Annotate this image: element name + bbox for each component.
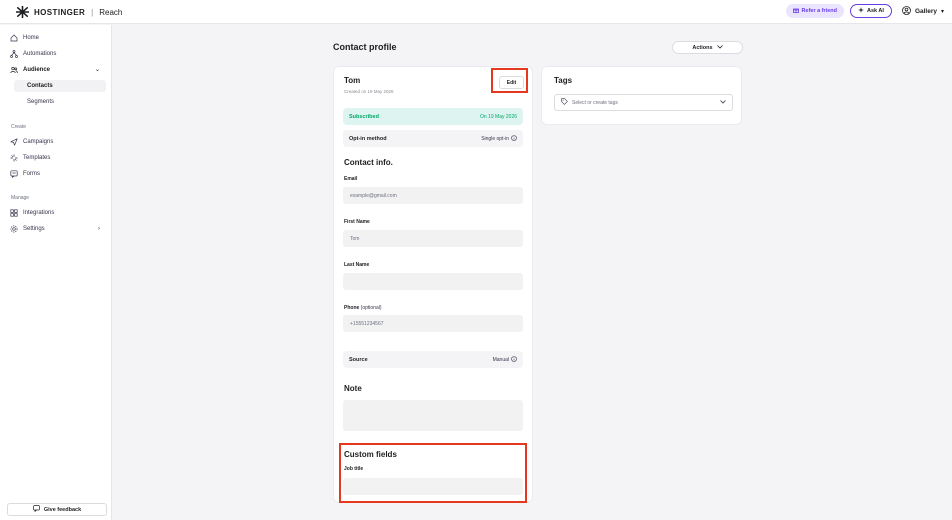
- ask-ai-label: Ask AI: [867, 8, 884, 14]
- phone-label: Phone: [344, 305, 360, 311]
- optin-method-value-group: Single opt-in: [481, 134, 517, 143]
- optin-method-label: Opt-in method: [349, 135, 387, 142]
- message-icon: [33, 505, 40, 514]
- phone-optional-label: (optional): [360, 305, 382, 311]
- page-title: Contact profile: [333, 42, 397, 52]
- phone-field[interactable]: +15551234567: [343, 315, 523, 332]
- sidebar-item-forms[interactable]: Forms: [10, 167, 106, 180]
- status-date: On 19 May 2026: [480, 113, 517, 120]
- actions-button[interactable]: Actions: [672, 41, 743, 54]
- ask-ai-button[interactable]: Ask AI: [850, 4, 892, 18]
- forms-icon: [10, 169, 18, 178]
- source-row: Source Manual: [343, 351, 523, 368]
- source-value-group: Manual: [492, 355, 517, 364]
- status-badge: Subscribed: [349, 113, 379, 120]
- refer-friend-button[interactable]: Refer a friend: [785, 4, 845, 18]
- give-feedback-label: Give feedback: [43, 506, 82, 513]
- sidebar-item-integrations[interactable]: Integrations: [10, 206, 106, 219]
- sidebar-item-label: Automations: [23, 50, 57, 57]
- templates-icon: [10, 154, 18, 162]
- account-label: Gallery: [914, 7, 937, 15]
- info-icon[interactable]: [511, 134, 517, 143]
- sidebar-item-settings[interactable]: Settings ›: [10, 222, 106, 235]
- users-icon: [10, 66, 18, 74]
- user-circle-icon: [902, 5, 911, 17]
- gear-icon: [10, 225, 18, 233]
- phone-label-group: Phone (optional): [344, 305, 382, 311]
- contact-info-title: Contact info.: [344, 158, 393, 167]
- tags-placeholder: Select or create tags: [572, 99, 618, 106]
- section-label-manage: Manage: [11, 195, 30, 201]
- send-icon: [10, 137, 18, 146]
- sidebar-item-home[interactable]: Home: [10, 31, 106, 44]
- brand-product: Reach: [99, 7, 123, 17]
- optin-method-row: Opt-in method Single opt-in: [343, 130, 523, 147]
- sidebar-item-label: Templates: [23, 154, 51, 161]
- section-label-create: Create: [11, 124, 27, 130]
- tags-title: Tags: [554, 76, 573, 85]
- chevron-right-icon: ›: [98, 225, 100, 232]
- email-label: Email: [344, 176, 358, 182]
- chevron-down-icon: [720, 99, 726, 106]
- subscription-status-row: Subscribed On 19 May 2026: [343, 108, 523, 125]
- contact-name: Tom: [344, 76, 361, 85]
- tags-card: Tags Select or create tags: [541, 66, 742, 125]
- integrations-icon: [10, 208, 18, 217]
- custom-fields-highlight-box: [339, 443, 527, 503]
- sidebar-item-campaigns[interactable]: Campaigns: [10, 135, 106, 148]
- automation-icon: [10, 49, 18, 58]
- home-icon: [10, 34, 18, 42]
- contact-created-date: Created on 19 May 2026: [344, 89, 394, 94]
- hostinger-logo-icon: [16, 6, 29, 18]
- source-label: Source: [349, 356, 368, 363]
- sidebar-item-label: Home: [23, 34, 40, 41]
- source-value: Manual: [492, 356, 509, 363]
- note-title: Note: [344, 384, 362, 393]
- sidebar-item-segments[interactable]: Segments: [14, 96, 106, 108]
- sidebar-item-label: Audience: [23, 66, 51, 73]
- chevron-down-icon: ▾: [940, 8, 944, 15]
- brand-logo[interactable]: HOSTINGER | Reach: [16, 6, 122, 18]
- chevron-down-icon: [716, 44, 723, 51]
- tags-select[interactable]: Select or create tags: [554, 94, 733, 111]
- last-name-field[interactable]: [343, 273, 523, 290]
- contact-profile-card: Tom Created on 19 May 2026 Edit Subscrib…: [333, 66, 533, 503]
- optin-method-value: Single opt-in: [481, 135, 509, 142]
- sidebar-item-label: Campaigns: [23, 138, 54, 145]
- top-bar: HOSTINGER | Reach Refer a friend Ask AI …: [0, 0, 952, 24]
- first-name-label: First Name: [344, 219, 370, 225]
- sidebar-item-label: Forms: [23, 170, 40, 177]
- refer-friend-label: Refer a friend: [801, 8, 838, 14]
- top-actions: Refer a friend Ask AI Gallery ▾: [785, 4, 944, 18]
- brand-name: HOSTINGER: [34, 7, 86, 17]
- email-field[interactable]: example@gmail.com: [343, 187, 523, 204]
- info-icon[interactable]: [511, 355, 517, 364]
- sidebar-item-audience[interactable]: Audience ⌄: [10, 63, 106, 76]
- sidebar-item-label: Segments: [27, 99, 55, 105]
- sidebar-item-label: Contacts: [27, 83, 53, 89]
- chevron-down-icon: ⌄: [94, 67, 100, 73]
- account-menu[interactable]: Gallery ▾: [902, 5, 944, 17]
- note-textarea[interactable]: [343, 400, 523, 431]
- sidebar-item-automations[interactable]: Automations: [10, 47, 106, 60]
- sidebar: Home Automations Audience ⌄ Contacts Seg…: [0, 25, 112, 520]
- sidebar-item-label: Settings: [23, 225, 45, 232]
- sidebar-item-contacts[interactable]: Contacts: [14, 80, 106, 92]
- tag-icon: [561, 98, 568, 107]
- sidebar-item-label: Integrations: [23, 209, 55, 216]
- actions-label: Actions: [692, 44, 713, 51]
- first-name-field[interactable]: Tom: [343, 230, 523, 247]
- brand-separator: |: [91, 7, 94, 17]
- gift-icon: [792, 7, 799, 15]
- edit-highlight-box: [491, 68, 528, 93]
- last-name-label: Last Name: [344, 262, 370, 268]
- sparkle-icon: [858, 7, 865, 15]
- sidebar-item-templates[interactable]: Templates: [10, 151, 106, 164]
- give-feedback-button[interactable]: Give feedback: [7, 503, 107, 516]
